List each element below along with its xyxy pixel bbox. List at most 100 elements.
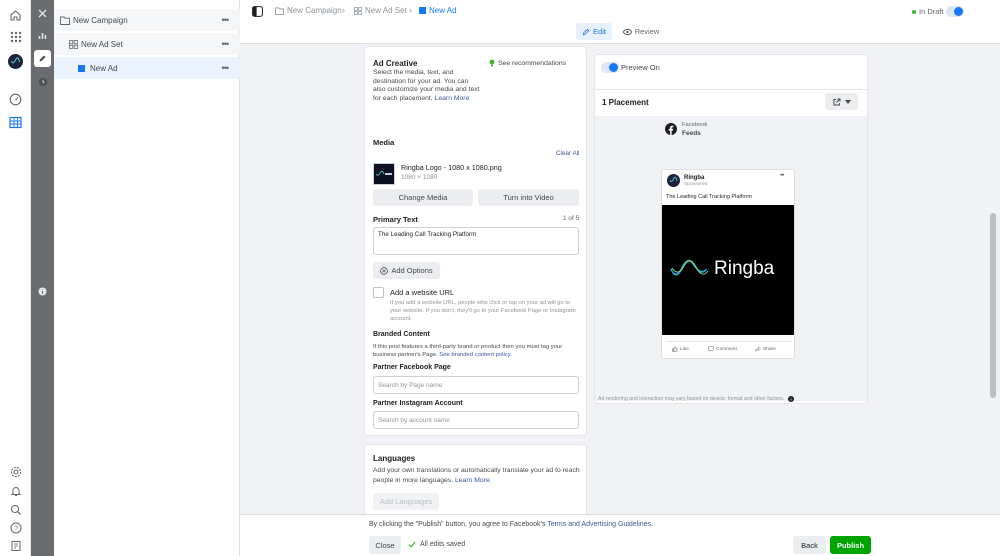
adset-more-icon[interactable]: ••• (222, 39, 230, 49)
see-recommendations-link[interactable]: See recommendations (489, 59, 566, 67)
clear-all-link[interactable]: Clear All (556, 150, 579, 157)
tab-edit-label: Edit (593, 27, 606, 36)
website-url-label: Add a website URL (390, 288, 455, 297)
partner-fb-label: Partner Facebook Page (373, 364, 451, 371)
primary-text-input[interactable]: The Leading Call Tracking Platform (373, 227, 579, 255)
post-text: The Leading Call Tracking Platform (666, 194, 752, 200)
status-toggle[interactable] (946, 6, 964, 17)
draft-status: In Draft (912, 7, 944, 16)
ad-creative-card: Ad Creative Select the media, text, and … (364, 46, 587, 436)
folder-icon (60, 16, 70, 25)
report-icon[interactable] (8, 538, 23, 553)
campaign-more-icon[interactable]: ••• (222, 15, 230, 25)
back-button[interactable]: Back (793, 536, 826, 554)
tree-campaign-label: New Campaign (73, 15, 128, 25)
edit-pencil-icon[interactable] (34, 50, 51, 67)
partner-ig-input[interactable]: Search by account name (373, 411, 579, 429)
help-icon[interactable]: ? (8, 520, 23, 535)
learn-more-link[interactable]: Learn More (435, 95, 470, 102)
svg-text:?: ? (14, 525, 18, 532)
preview-toggle[interactable] (601, 62, 619, 73)
media-thumbnail[interactable] (373, 163, 395, 185)
close-button[interactable]: Close (369, 536, 401, 554)
breadcrumb-ad[interactable]: New Ad (419, 6, 457, 15)
add-options-label: Add Options (391, 266, 433, 275)
terms-link[interactable]: Terms and Advertising Guidelines (547, 521, 651, 528)
post-creative-image: Ringba (662, 205, 794, 335)
primary-text-label: Primary Text (373, 215, 418, 224)
post-page-name: Ringba (684, 175, 705, 181)
primary-text-counter: 1 of 5 (563, 215, 580, 222)
toggle-panel-icon[interactable] (252, 6, 263, 17)
comment-action[interactable]: Comment (708, 346, 737, 352)
checkmark-icon (408, 541, 416, 548)
notifications-bell-icon[interactable] (8, 483, 23, 498)
breadcrumb-adset-label: New Ad Set (365, 6, 407, 15)
breadcrumb-adset[interactable]: New Ad Set (354, 6, 407, 15)
preview-platform: Facebook (682, 122, 708, 128)
search-icon[interactable] (8, 502, 23, 517)
change-media-button[interactable]: Change Media (373, 189, 473, 206)
info-dot-icon[interactable] (34, 283, 51, 300)
comment-label: Comment (716, 346, 737, 352)
tab-review[interactable]: Review (620, 23, 662, 40)
languages-card: Languages Add your own translations or a… (364, 444, 587, 516)
thumbs-up-icon (672, 346, 678, 352)
home-icon[interactable] (8, 8, 23, 23)
settings-gear-icon[interactable] (8, 464, 23, 479)
languages-learn-more-link[interactable]: Learn More. (455, 477, 492, 484)
lightbulb-icon (489, 59, 495, 67)
ad-preview-post[interactable]: Ringba Sponsored ••• The Leading Call Tr… (661, 169, 795, 359)
tool-rail (31, 0, 54, 556)
partner-fb-input[interactable]: Search by Page name (373, 376, 579, 394)
media-filename: Ringba Logo - 1080 x 1080.png (401, 163, 502, 172)
media-label: Media (373, 138, 395, 147)
placement-options-button[interactable] (825, 93, 858, 110)
branded-content-policy-link[interactable]: See branded content policy. (439, 352, 512, 358)
post-more-icon[interactable]: ••• (780, 173, 784, 179)
history-clock-icon[interactable] (34, 73, 51, 90)
ad-creative-title: Ad Creative (373, 59, 418, 68)
branded-content-help: If this post features a third-party bran… (373, 344, 563, 358)
tree-adset-label: New Ad Set (81, 39, 123, 49)
external-link-icon (833, 98, 840, 105)
breadcrumb-campaign-label: New Campaign (287, 6, 342, 15)
languages-title: Languages (373, 454, 416, 463)
scrollbar-thumb[interactable] (990, 213, 996, 398)
tree-item-adset[interactable]: New Ad Set ••• (54, 33, 240, 55)
chevron-down-icon (844, 99, 851, 104)
ad-more-icon[interactable]: ••• (222, 63, 230, 73)
branded-content-label: Branded Content (373, 331, 430, 338)
breadcrumb-campaign[interactable]: New Campaign (275, 6, 342, 15)
breadcrumb-ad-label: New Ad (429, 6, 457, 15)
save-status: All edits saved (408, 541, 465, 548)
preview-toggle-label: Preview On (621, 63, 660, 72)
tab-edit[interactable]: Edit (576, 23, 612, 40)
post-action-divider (666, 341, 792, 342)
like-label: Like (680, 346, 689, 352)
ringba-wave-logo (670, 259, 709, 276)
close-icon[interactable] (34, 5, 51, 22)
ad-square-icon (419, 7, 426, 14)
preview-placement: Feeds (682, 130, 701, 137)
dashboard-gauge-icon[interactable] (8, 92, 23, 107)
apps-grid-icon[interactable] (8, 29, 23, 44)
share-action[interactable]: Share (755, 346, 776, 352)
preview-panel: Preview On 1 Placement Facebook Feeds Ri… (594, 54, 868, 404)
tree-item-ad[interactable]: New Ad ••• (54, 57, 240, 79)
account-avatar[interactable] (8, 54, 23, 69)
placement-title: 1 Placement (602, 98, 649, 107)
ads-manager-table-icon[interactable] (8, 115, 23, 130)
languages-description: Add your own translations or automatical… (373, 467, 580, 484)
like-action[interactable]: Like (672, 346, 689, 352)
editor-footer: By clicking the "Publish" button, you ag… (240, 514, 1000, 556)
info-icon[interactable] (788, 396, 795, 402)
publish-button[interactable]: Publish (830, 536, 871, 554)
add-options-button[interactable]: Add Options (373, 262, 440, 279)
turn-into-video-button[interactable]: Turn into Video (478, 189, 579, 206)
tree-item-campaign[interactable]: New Campaign ••• (54, 9, 240, 31)
website-url-checkbox[interactable] (373, 287, 384, 298)
add-languages-button[interactable]: Add Languages (373, 493, 439, 510)
tree-ad-label: New Ad (90, 63, 118, 73)
bar-chart-icon[interactable] (34, 27, 51, 44)
